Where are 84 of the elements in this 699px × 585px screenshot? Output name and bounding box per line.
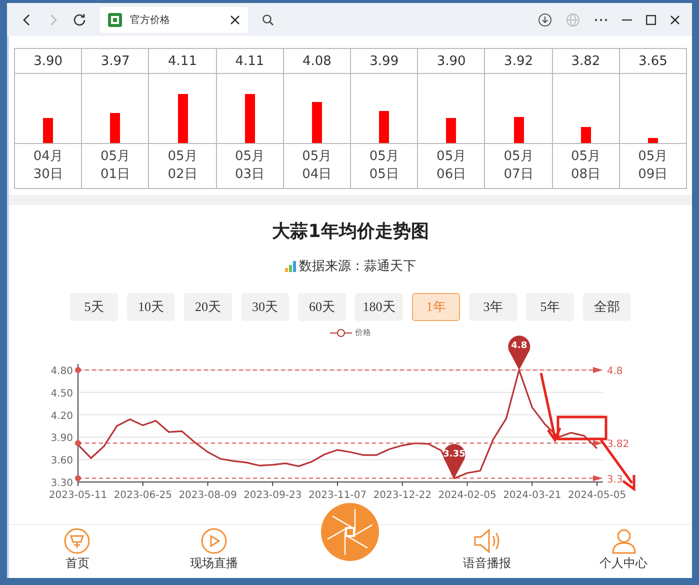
- maximize-icon[interactable]: [646, 14, 656, 24]
- day-text: 07日: [504, 166, 534, 184]
- site-icon: [108, 12, 122, 26]
- mark-line-label: 3.82: [606, 439, 630, 450]
- y-tick-label: 4.20: [50, 410, 73, 422]
- nav-tab[interactable]: 语音播报: [418, 525, 556, 578]
- period-tab[interactable]: 60天: [298, 293, 346, 321]
- month-text: 05月: [504, 148, 534, 166]
- period-tab[interactable]: 5年: [526, 293, 574, 321]
- y-tick-label: 3.60: [50, 456, 73, 467]
- close-icon[interactable]: [670, 14, 680, 24]
- price-cell: 4.11: [216, 49, 283, 74]
- legend-label: 价格: [355, 327, 371, 338]
- period-tab[interactable]: 10天: [127, 293, 175, 321]
- day-text: 03日: [234, 166, 264, 184]
- speaker-icon: [473, 528, 502, 554]
- day-text: 06日: [436, 166, 466, 184]
- month-text: 05月: [369, 148, 399, 166]
- chart-title: 大蒜1年均价走势图: [272, 220, 429, 243]
- y-tick-label: 3.90: [50, 433, 73, 444]
- y-tick-label: 4.50: [50, 388, 73, 400]
- x-tick-label: 2023-06-25: [114, 490, 172, 501]
- period-tab[interactable]: 180天: [355, 293, 403, 321]
- pin-label: 3.35: [443, 449, 466, 460]
- pin-label: 4.8: [511, 341, 528, 351]
- x-tick-label: 2023-05-11: [48, 490, 108, 501]
- day-text: 04日: [302, 166, 332, 184]
- month-text: 05月: [168, 148, 198, 166]
- mark-line-label: 3.3: [606, 474, 623, 486]
- nav-tab[interactable]: 现场直播: [146, 525, 282, 578]
- price-cell: 3.90: [15, 49, 82, 74]
- period-tab[interactable]: 3年: [469, 293, 517, 321]
- x-tick-label: 2023-08-09: [178, 490, 237, 501]
- x-tick-label: 2023-11-07: [308, 490, 367, 501]
- search-icon[interactable]: [262, 14, 274, 26]
- period-tab[interactable]: 20天: [184, 293, 232, 321]
- month-text: 05月: [436, 148, 466, 166]
- x-tick-label: 2023-12-22: [373, 490, 432, 501]
- nav-tab[interactable]: 首页: [9, 525, 146, 578]
- mark-pin: [443, 444, 466, 478]
- nav-tab[interactable]: 个人中心: [555, 525, 692, 578]
- legend-line-icon: [330, 328, 352, 338]
- day-text: 02日: [168, 166, 198, 184]
- play-icon: [200, 528, 227, 554]
- bar-chart-icon: [285, 260, 297, 272]
- price-cell: 3.90: [418, 49, 484, 74]
- price-cell: 3.92: [485, 49, 552, 74]
- day-text: 09日: [638, 166, 668, 184]
- day-text: 01日: [100, 166, 130, 184]
- day-text: 30日: [33, 166, 63, 184]
- price-cell: 4.08: [284, 49, 350, 74]
- day-text: 05日: [369, 166, 399, 184]
- mark-line-label: 4.8: [606, 366, 623, 377]
- x-tick-label: 2024-05-05: [568, 490, 626, 501]
- month-text: 04月: [33, 148, 63, 166]
- mark-pin: [508, 336, 530, 370]
- price-cell: 3.97: [82, 49, 148, 74]
- y-tick-label: 3.30: [50, 478, 73, 489]
- day-text: 08日: [570, 166, 600, 184]
- more-icon[interactable]: [594, 18, 608, 22]
- user-icon: [610, 528, 637, 554]
- data-source-text: 数据来源：蒜通天下: [299, 258, 416, 275]
- period-tab[interactable]: 5天: [70, 293, 118, 321]
- browser-tab[interactable]: 官方价格: [100, 6, 248, 32]
- close-icon[interactable]: [230, 14, 240, 24]
- month-text: 05月: [302, 148, 332, 166]
- price-cell: 3.65: [620, 49, 686, 74]
- month-text: 05月: [234, 148, 264, 166]
- x-tick-label: 2023-09-23: [244, 490, 302, 501]
- refresh-icon[interactable]: [73, 13, 86, 26]
- price-cell: 4.11: [149, 49, 216, 74]
- tab-title: 官方价格: [130, 14, 171, 26]
- month-text: 05月: [638, 148, 668, 166]
- x-tick-label: 2024-02-05: [438, 490, 496, 501]
- minimize-icon[interactable]: [622, 18, 632, 20]
- y-tick-label: 4.80: [50, 366, 73, 377]
- period-tab[interactable]: 全部: [583, 293, 631, 321]
- x-tick-label: 2024-03-21: [503, 490, 562, 501]
- price-cell: 3.99: [351, 49, 418, 74]
- price-cell: 3.82: [552, 49, 619, 74]
- month-text: 05月: [570, 148, 600, 166]
- month-text: 05月: [100, 148, 130, 166]
- download-icon[interactable]: [538, 12, 552, 26]
- period-tab[interactable]: 30天: [241, 293, 289, 321]
